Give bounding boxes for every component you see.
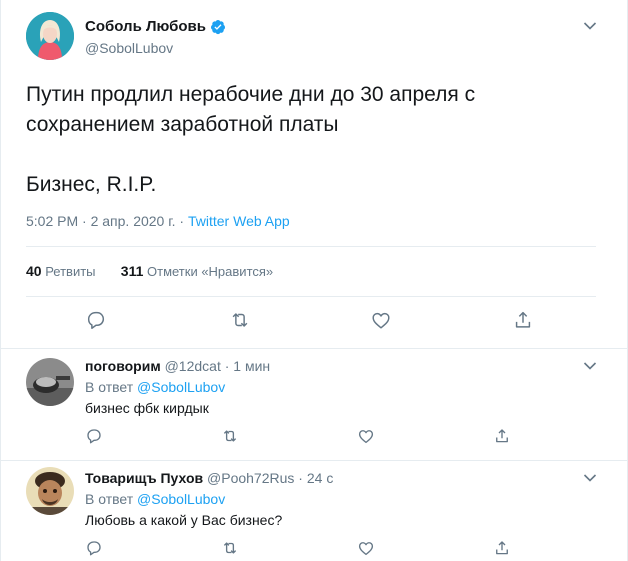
in-reply-to: В ответ @SobolLubov bbox=[85, 379, 225, 395]
retweets-label: Ретвиты bbox=[45, 264, 96, 279]
reply-tweet[interactable]: Товарищъ Пухов @Pooh72Rus · 24 с В ответ… bbox=[1, 461, 628, 561]
reply-avatar[interactable] bbox=[26, 358, 74, 406]
timeline: Соболь Любовь @SobolLubov Путин продлил … bbox=[0, 0, 628, 561]
tweet-actions bbox=[1, 309, 628, 333]
meta-separator: · bbox=[82, 213, 87, 229]
retweet-icon[interactable] bbox=[221, 539, 239, 557]
meta-separator: · bbox=[224, 358, 230, 374]
in-reply-link[interactable]: @SobolLubov bbox=[137, 379, 225, 395]
author-handle[interactable]: @SobolLubov bbox=[85, 40, 173, 56]
tweet-time[interactable]: 5:02 PM bbox=[26, 213, 78, 229]
share-icon[interactable] bbox=[493, 427, 511, 445]
like-icon[interactable] bbox=[370, 309, 392, 331]
reply-tweet[interactable]: поговорим @12dcat · 1 мин В ответ @Sobol… bbox=[1, 349, 628, 461]
reply-name-row: поговорим @12dcat · 1 мин bbox=[85, 358, 270, 374]
in-reply-label: В ответ bbox=[85, 379, 134, 395]
reply-icon[interactable] bbox=[85, 309, 107, 331]
reply-text: бизнес фбк кирдык bbox=[85, 400, 209, 416]
reply-icon[interactable] bbox=[85, 427, 103, 445]
chevron-down-icon[interactable] bbox=[583, 21, 597, 31]
reply-author-handle[interactable]: @Pooh72Rus bbox=[207, 470, 294, 486]
main-tweet: Соболь Любовь @SobolLubov Путин продлил … bbox=[1, 0, 628, 349]
share-icon[interactable] bbox=[512, 309, 534, 331]
meta-separator: · bbox=[298, 470, 303, 486]
likes-stat[interactable]: 311 Отметки «Нравится» bbox=[120, 263, 274, 279]
tweet-text-line: Бизнес, R.I.P. bbox=[26, 173, 157, 196]
reply-author-handle[interactable]: @12dcat bbox=[165, 358, 221, 374]
tweet-text-line: Путин продлил нерабочие дни до 30 апреля… bbox=[26, 83, 476, 106]
reply-avatar[interactable] bbox=[26, 467, 74, 515]
tweet-stats: 40 Ретвиты 311 Отметки «Нравится» bbox=[26, 263, 273, 279]
retweets-stat[interactable]: 40 Ретвиты bbox=[26, 263, 96, 279]
tweet-text-line: сохранением заработной платы bbox=[26, 113, 339, 136]
reply-text: Любовь а какой у Вас бизнес? bbox=[85, 512, 283, 528]
tweet-date[interactable]: 2 апр. 2020 г. bbox=[91, 213, 176, 229]
share-icon[interactable] bbox=[493, 539, 511, 557]
reply-author-name[interactable]: поговорим bbox=[85, 358, 161, 374]
author-name[interactable]: Соболь Любовь bbox=[85, 18, 206, 35]
retweets-count: 40 bbox=[26, 263, 42, 279]
author-avatar[interactable] bbox=[26, 12, 74, 60]
meta-separator: · bbox=[179, 213, 185, 229]
likes-label: Отметки «Нравится» bbox=[147, 264, 274, 279]
reply-name-row: Товарищъ Пухов @Pooh72Rus · 24 с bbox=[85, 470, 333, 486]
in-reply-label: В ответ bbox=[85, 491, 134, 507]
divider bbox=[26, 296, 596, 297]
in-reply-link[interactable]: @SobolLubov bbox=[137, 491, 225, 507]
tweet-source-link[interactable]: Twitter Web App bbox=[188, 213, 290, 229]
like-icon[interactable] bbox=[357, 427, 375, 445]
reply-actions bbox=[1, 427, 628, 451]
reply-time[interactable]: 1 мин bbox=[233, 358, 270, 374]
retweet-icon[interactable] bbox=[221, 427, 239, 445]
verified-badge-icon bbox=[210, 19, 225, 34]
chevron-down-icon[interactable] bbox=[583, 473, 597, 483]
reply-time[interactable]: 24 с bbox=[307, 470, 333, 486]
in-reply-to: В ответ @SobolLubov bbox=[85, 491, 225, 507]
chevron-down-icon[interactable] bbox=[583, 361, 597, 371]
like-icon[interactable] bbox=[357, 539, 375, 557]
divider bbox=[26, 246, 596, 247]
tweet-text: Путин продлил нерабочие дни до 30 апреля… bbox=[26, 80, 606, 200]
reply-icon[interactable] bbox=[85, 539, 103, 557]
author-name-row[interactable]: Соболь Любовь bbox=[85, 18, 226, 35]
retweet-icon[interactable] bbox=[229, 309, 251, 331]
reply-author-name[interactable]: Товарищъ Пухов bbox=[85, 470, 203, 486]
likes-count: 311 bbox=[120, 263, 144, 279]
tweet-meta: 5:02 PM · 2 апр. 2020 г. · Twitter Web A… bbox=[26, 213, 290, 229]
reply-actions bbox=[1, 539, 628, 561]
